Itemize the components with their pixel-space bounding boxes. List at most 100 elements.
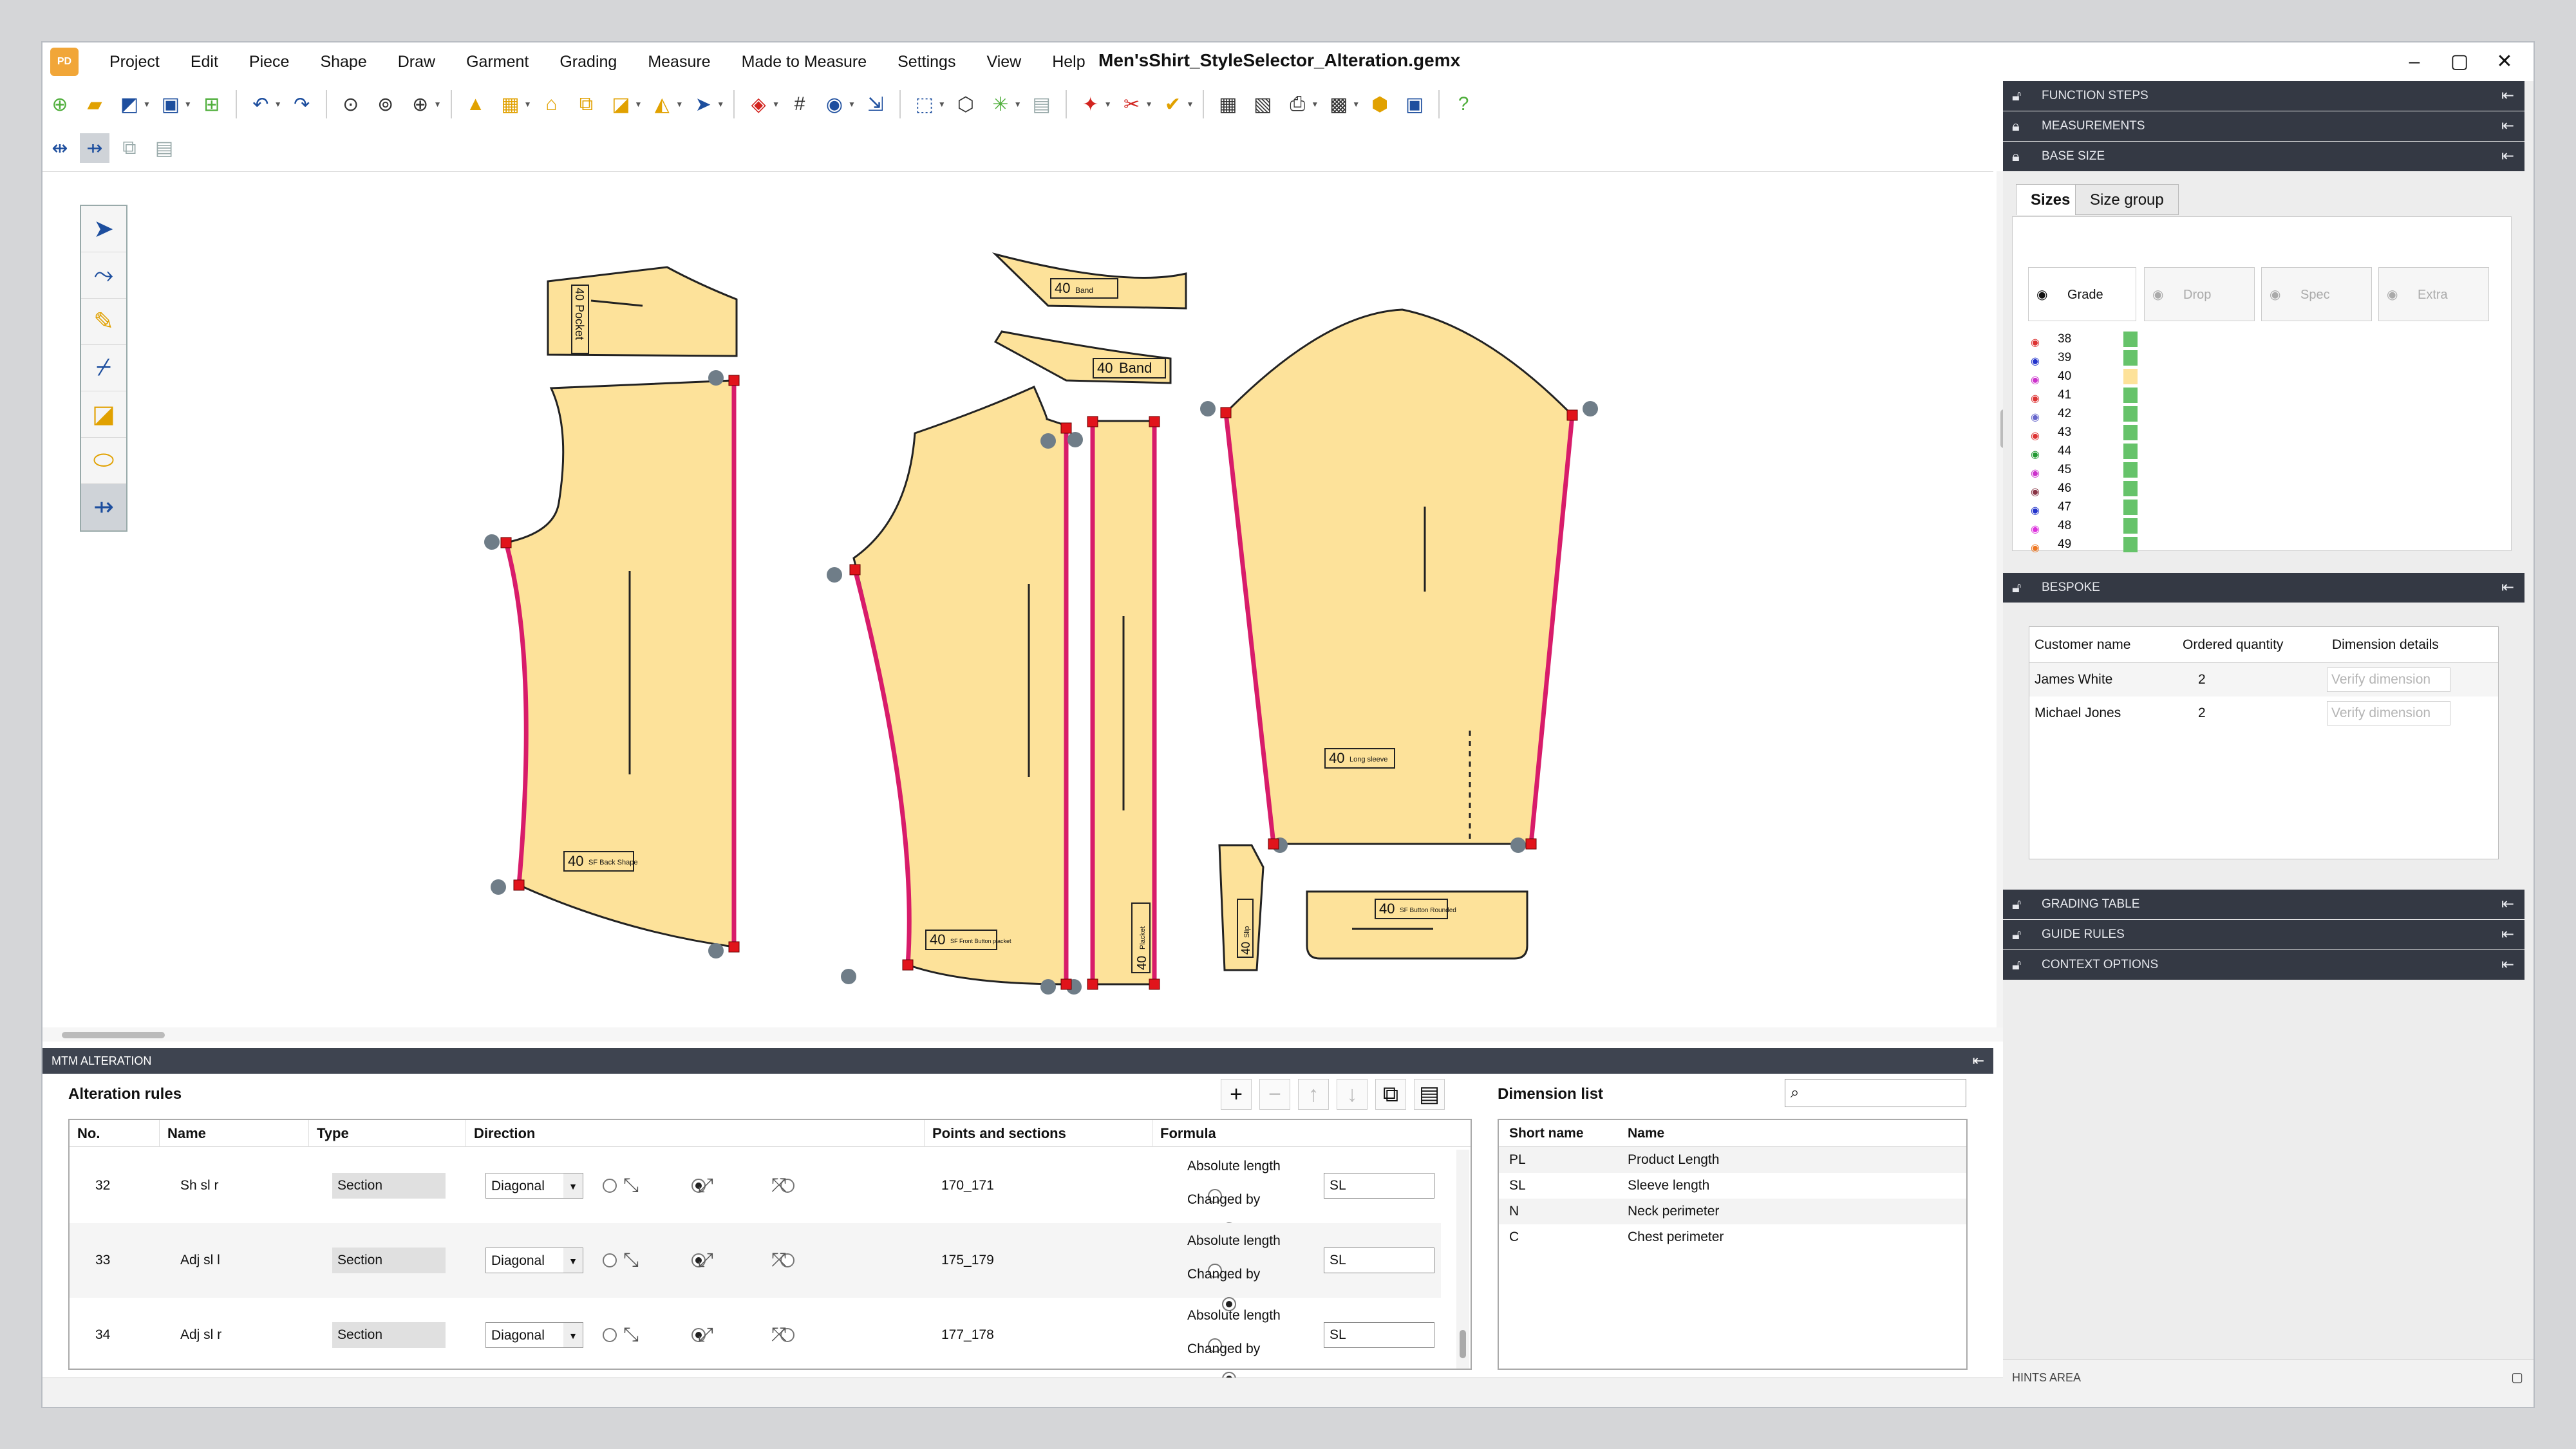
size-row[interactable]: ◉ 41: [2028, 386, 2138, 404]
tag-icon[interactable]: ⬢: [1365, 89, 1395, 119]
save-icon[interactable]: ▣: [156, 89, 185, 119]
size-row[interactable]: ◉ 45: [2028, 461, 2138, 479]
collapse-icon[interactable]: ⇤: [2501, 890, 2514, 919]
restore-icon[interactable]: ▢: [2511, 1360, 2523, 1396]
table-row[interactable]: PL Product Length: [1499, 1147, 1966, 1173]
direction-select[interactable]: Diagonal ▼: [485, 1173, 583, 1199]
chevron-down-icon[interactable]: ▼: [143, 100, 151, 109]
chevron-down-icon[interactable]: ▼: [717, 100, 724, 109]
move-up-button[interactable]: ↑: [1298, 1079, 1329, 1110]
direction-option-1[interactable]: [603, 1179, 617, 1193]
pattern-drawing[interactable]: 40 Pocket 40 Band 40 Band 40 SF Back Shap…: [42, 172, 1993, 1028]
chevron-down-icon[interactable]: ▼: [848, 100, 856, 109]
menu-project[interactable]: Project: [94, 53, 175, 71]
zoom-window-icon[interactable]: ⊚: [371, 89, 400, 119]
table-row[interactable]: James White 2 Verify dimension: [2029, 663, 2498, 696]
select-arrow-icon[interactable]: ➤: [81, 206, 126, 252]
close-button[interactable]: ✕: [2482, 46, 2527, 77]
size-row[interactable]: ◉ 43: [2028, 424, 2138, 442]
mtm-point-icon[interactable]: ⇸: [80, 133, 109, 163]
id-icon[interactable]: ▣: [1400, 89, 1429, 119]
menu-draw[interactable]: Draw: [382, 53, 451, 71]
chevron-down-icon[interactable]: ▼: [274, 100, 282, 109]
piece-copy-icon[interactable]: ⧉: [571, 89, 601, 119]
menu-piece[interactable]: Piece: [234, 53, 305, 71]
size-swatch[interactable]: [2123, 369, 2138, 384]
dimension-search-input[interactable]: ⌕: [1785, 1079, 1966, 1107]
table-row[interactable]: SL Sleeve length: [1499, 1173, 1966, 1199]
open-old-icon[interactable]: ◩: [115, 89, 144, 119]
piece-edit-icon[interactable]: ◭: [647, 89, 677, 119]
marker-icon[interactable]: ✦: [1076, 89, 1105, 119]
redo-icon[interactable]: ↷: [287, 89, 317, 119]
chevron-down-icon[interactable]: ▼: [434, 100, 442, 109]
cut-icon[interactable]: ✂: [1117, 89, 1147, 119]
piece-delete-icon[interactable]: ◈: [744, 89, 773, 119]
piece-shape-icon[interactable]: ◪: [606, 89, 635, 119]
formula-input[interactable]: SL: [1324, 1248, 1434, 1273]
plot-icon[interactable]: ▦: [1213, 89, 1243, 119]
chevron-down-icon[interactable]: ▼: [1352, 100, 1360, 109]
menu-view[interactable]: View: [971, 53, 1037, 71]
size-row[interactable]: ◉ 39: [2028, 349, 2138, 367]
chevron-down-icon[interactable]: ▼: [1186, 100, 1194, 109]
paste-icon[interactable]: ▤: [149, 133, 179, 163]
measurements-header[interactable]: 🔒︎ MEASUREMENTS ⇤: [2003, 111, 2524, 141]
size-swatch[interactable]: [2123, 518, 2138, 534]
chevron-down-icon[interactable]: ▼: [772, 100, 780, 109]
formula-input[interactable]: SL: [1324, 1173, 1434, 1199]
verify-dimension-button[interactable]: Verify dimension: [2327, 701, 2450, 725]
collapse-icon[interactable]: ⇤: [2501, 142, 2514, 171]
col-drop[interactable]: ◉ Drop: [2144, 267, 2255, 321]
size-row[interactable]: ◉ 38: [2028, 330, 2138, 348]
zoom-icon[interactable]: ⊕: [406, 89, 435, 119]
eye-icon[interactable]: ◉: [2031, 539, 2040, 557]
size-swatch[interactable]: [2123, 481, 2138, 496]
chevron-down-icon[interactable]: ▼: [1311, 100, 1319, 109]
grid-icon[interactable]: #: [785, 89, 814, 119]
size-row[interactable]: ◉ 49: [2028, 536, 2138, 557]
canvas-horizontal-scrollbar[interactable]: [42, 1027, 2006, 1042]
piece-icon[interactable]: ▲: [461, 89, 491, 119]
maximize-button[interactable]: ▢: [2437, 46, 2482, 77]
size-row[interactable]: ◉ 46: [2028, 480, 2138, 498]
col-spec[interactable]: ◉ Spec: [2261, 267, 2372, 321]
size-swatch[interactable]: [2123, 350, 2138, 366]
size-row[interactable]: ◉ 44: [2028, 442, 2138, 460]
direction-select[interactable]: Diagonal ▼: [485, 1248, 583, 1273]
chevron-down-icon[interactable]: ▼: [1104, 100, 1112, 109]
chevron-down-icon[interactable]: ▼: [1145, 100, 1153, 109]
pin-icon[interactable]: ⌿: [81, 345, 126, 391]
size-row[interactable]: ◉ 40: [2028, 368, 2138, 386]
menu-grading[interactable]: Grading: [544, 53, 632, 71]
collapse-icon[interactable]: ⇤: [2501, 81, 2514, 111]
size-swatch[interactable]: [2123, 462, 2138, 478]
size-swatch[interactable]: [2123, 444, 2138, 459]
direction-option-1[interactable]: [603, 1253, 617, 1267]
menu-garment[interactable]: Garment: [451, 53, 544, 71]
print-icon[interactable]: ⎙: [1283, 89, 1312, 119]
table-row[interactable]: N Neck perimeter: [1499, 1199, 1966, 1224]
collapse-icon[interactable]: ⇤: [2501, 111, 2514, 141]
table-row[interactable]: Michael Jones 2 Verify dimension: [2029, 696, 2498, 730]
hierarchy-icon[interactable]: ⊞: [197, 89, 227, 119]
function-steps-header[interactable]: 🔓︎ FUNCTION STEPS ⇤: [2003, 81, 2524, 111]
table-row[interactable]: 33 Adj sl l Section Diagonal ▼ ⤡ ⤢ ⤧ 175_…: [70, 1223, 1441, 1311]
remove-rule-button[interactable]: −: [1259, 1079, 1290, 1110]
formula-input[interactable]: SL: [1324, 1322, 1434, 1348]
table-row[interactable]: C Chest perimeter: [1499, 1224, 1966, 1250]
direction-select[interactable]: Diagonal ▼: [485, 1322, 583, 1348]
chevron-down-icon[interactable]: ▼: [938, 100, 946, 109]
verify-dimension-button[interactable]: Verify dimension: [2327, 668, 2450, 692]
collapse-icon[interactable]: ⇤: [2501, 950, 2514, 980]
size-row[interactable]: ◉ 42: [2028, 405, 2138, 423]
piece-grade-icon[interactable]: ⌂: [536, 89, 566, 119]
add-rule-button[interactable]: +: [1221, 1079, 1252, 1110]
eye-icon[interactable]: ◉: [820, 89, 849, 119]
check-icon[interactable]: ✔: [1158, 89, 1187, 119]
help-icon[interactable]: ?: [1449, 89, 1478, 119]
undo-icon[interactable]: ↶: [246, 89, 276, 119]
table-row[interactable]: 32 Sh sl r Section Diagonal ▼ ⤡ ⤢ ⤧ 170_1…: [70, 1148, 1441, 1237]
table-row[interactable]: 34 Adj sl r Section Diagonal ▼ ⤡ ⤢ ⤧ 177_…: [70, 1298, 1441, 1386]
base-size-header[interactable]: 🔒︎ BASE SIZE ⇤: [2003, 142, 2524, 171]
